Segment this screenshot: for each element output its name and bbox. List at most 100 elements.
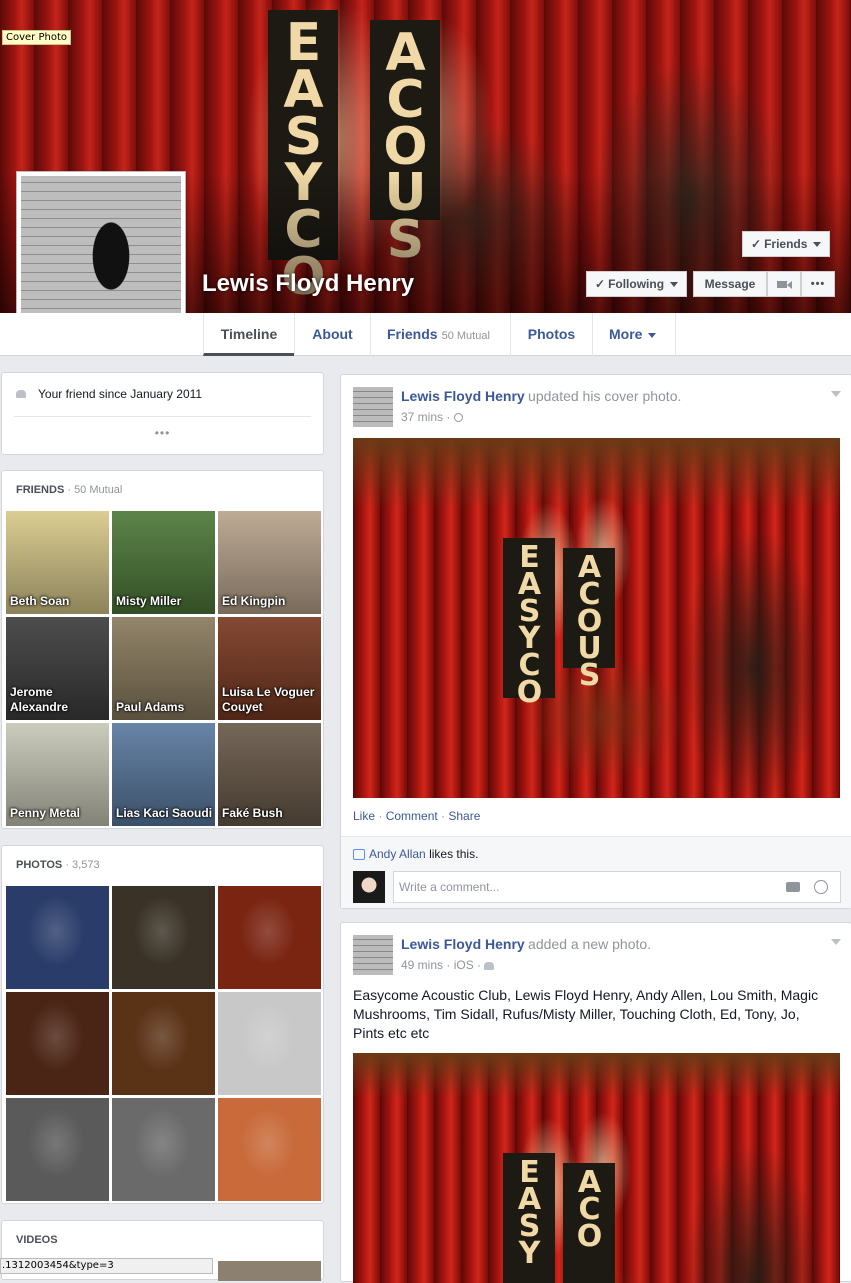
friend-tile[interactable]: Beth Soan bbox=[6, 511, 109, 614]
friends-grid: Beth Soan Misty Miller Ed Kingpin Jerome Al… bbox=[6, 511, 321, 826]
friends-icon bbox=[484, 961, 495, 970]
profile-name[interactable]: Lewis Floyd Henry bbox=[202, 270, 414, 298]
videos-card-header[interactable]: VIDEOS bbox=[16, 1234, 58, 1246]
post-feedback: Andy Allan likes this. Write a comment..… bbox=[341, 836, 851, 908]
photos-header-count: 3,573 bbox=[72, 859, 100, 871]
post-author-name[interactable]: Lewis Floyd Henry bbox=[401, 388, 525, 404]
post-timestamp[interactable]: 37 mins bbox=[401, 410, 443, 424]
friends-header-separator: · bbox=[64, 484, 75, 496]
photo-banner-right: ACO bbox=[563, 1163, 615, 1283]
friend-tile[interactable]: Misty Miller bbox=[112, 511, 215, 614]
post-actions-bar: Like · Comment · Share bbox=[353, 809, 480, 823]
message-button[interactable]: Message bbox=[693, 271, 767, 297]
photo-tile[interactable] bbox=[6, 992, 109, 1095]
more-options-button[interactable]: ••• bbox=[801, 271, 835, 297]
post-timestamp[interactable]: 49 mins bbox=[401, 958, 443, 972]
post-action-text: added a new photo. bbox=[528, 936, 652, 952]
tab-friends-label: Friends bbox=[387, 326, 438, 342]
post-meta: 49 mins · iOS · bbox=[401, 958, 495, 972]
intro-friend-since: Your friend since January 2011 bbox=[38, 387, 203, 401]
friend-name: Luisa Le Voguer Couyet bbox=[222, 685, 315, 714]
tab-more[interactable]: More bbox=[592, 313, 676, 356]
comment-input[interactable]: Write a comment... bbox=[399, 880, 499, 894]
photo-tile[interactable] bbox=[112, 1098, 215, 1201]
tab-timeline[interactable]: Timeline bbox=[203, 313, 294, 356]
tab-photos-label: Photos bbox=[527, 326, 576, 342]
intro-more-button[interactable]: ••• bbox=[2, 426, 323, 440]
likes-summary: Andy Allan likes this. bbox=[353, 847, 478, 861]
friends-button-label: Friends bbox=[764, 237, 808, 251]
friend-tile[interactable]: Paul Adams bbox=[112, 617, 215, 720]
friends-icon bbox=[16, 390, 26, 398]
post-photo[interactable]: EASY ACO bbox=[353, 1053, 840, 1283]
photos-header-label: PHOTOS bbox=[16, 859, 63, 871]
photo-tile[interactable] bbox=[6, 886, 109, 989]
video-thumbnail[interactable] bbox=[218, 1261, 321, 1281]
friend-tile[interactable]: Penny Metal bbox=[6, 723, 109, 826]
friend-tile[interactable]: Lias Kaci Saoudi bbox=[112, 723, 215, 826]
post-cover-update: Lewis Floyd Henry updated his cover phot… bbox=[340, 374, 851, 909]
friend-tile[interactable]: Faké Bush bbox=[218, 723, 321, 826]
friend-tile[interactable]: Ed Kingpin bbox=[218, 511, 321, 614]
photo-tile[interactable] bbox=[218, 992, 321, 1095]
commenter-avatar bbox=[353, 871, 385, 903]
friends-button[interactable]: ✓ Friends bbox=[742, 231, 831, 257]
post-options-chevron-icon[interactable] bbox=[831, 391, 841, 397]
friend-name: Ed Kingpin bbox=[222, 594, 286, 608]
tab-photos[interactable]: Photos bbox=[510, 313, 592, 356]
post-photo[interactable]: EASYCO ACOUS bbox=[353, 438, 840, 798]
post-author-avatar[interactable] bbox=[353, 387, 393, 427]
post-action-text: updated his cover photo. bbox=[528, 388, 682, 404]
photo-tile[interactable] bbox=[6, 1098, 109, 1201]
photo-tile[interactable] bbox=[112, 886, 215, 989]
friends-header-count: 50 Mutual bbox=[74, 484, 123, 496]
chevron-down-icon bbox=[670, 282, 679, 288]
comment-link[interactable]: Comment bbox=[386, 809, 438, 823]
tab-timeline-label: Timeline bbox=[220, 326, 278, 342]
like-link[interactable]: Like bbox=[353, 809, 375, 823]
post-author-name[interactable]: Lewis Floyd Henry bbox=[401, 936, 525, 952]
friends-header-label: FRIENDS bbox=[16, 484, 65, 496]
tab-more-label: More bbox=[609, 326, 643, 342]
chevron-down-icon bbox=[648, 332, 657, 338]
photo-tile[interactable] bbox=[218, 886, 321, 989]
emoji-icon[interactable] bbox=[814, 880, 828, 894]
post-via: iOS bbox=[453, 958, 474, 972]
photo-tile[interactable] bbox=[112, 992, 215, 1095]
video-call-button[interactable] bbox=[767, 271, 801, 297]
video-camera-icon bbox=[776, 281, 787, 289]
friend-name: Beth Soan bbox=[10, 594, 70, 608]
intro-divider bbox=[14, 416, 311, 417]
tab-about[interactable]: About bbox=[294, 313, 370, 356]
photos-grid bbox=[6, 886, 321, 1201]
post-new-photo: Lewis Floyd Henry added a new photo. 49 … bbox=[340, 922, 851, 1283]
video-camera-lens-icon bbox=[786, 280, 792, 289]
likes-text: likes this. bbox=[429, 847, 479, 861]
profile-nav: Timeline About Friends 50 Mutual Photos M… bbox=[0, 313, 851, 356]
post-header: Lewis Floyd Henry updated his cover phot… bbox=[401, 388, 821, 404]
liker-name[interactable]: Andy Allan bbox=[369, 847, 426, 861]
friend-name: Faké Bush bbox=[222, 806, 283, 820]
friend-tile[interactable]: Jerome Alexandre bbox=[6, 617, 109, 720]
photos-card: PHOTOS · 3,573 bbox=[1, 845, 324, 1204]
photo-tile[interactable] bbox=[218, 1098, 321, 1201]
following-button-label: Following bbox=[608, 277, 665, 291]
share-link[interactable]: Share bbox=[448, 809, 480, 823]
tab-friends[interactable]: Friends 50 Mutual bbox=[370, 313, 510, 356]
photo-banner-left: EASYCO bbox=[503, 538, 555, 708]
photo-banner-left: EASY bbox=[503, 1153, 555, 1283]
friend-name: Paul Adams bbox=[116, 700, 185, 714]
post-text: Easycome Acoustic Club, Lewis Floyd Henr… bbox=[353, 987, 819, 1041]
check-icon: ✓ bbox=[595, 277, 606, 291]
friends-card-header[interactable]: FRIENDS · 50 Mutual bbox=[16, 484, 122, 496]
post-options-chevron-icon[interactable] bbox=[831, 939, 841, 945]
globe-icon bbox=[453, 413, 463, 423]
status-bar-url: .1312003454&type=3 bbox=[0, 1258, 213, 1274]
following-button[interactable]: ✓ Following bbox=[586, 271, 688, 297]
post-author-avatar[interactable] bbox=[353, 935, 393, 975]
camera-icon[interactable] bbox=[786, 882, 800, 892]
comment-box[interactable]: Write a comment... bbox=[393, 871, 841, 903]
action-separator: · bbox=[375, 809, 386, 823]
friend-tile[interactable]: Luisa Le Voguer Couyet bbox=[218, 617, 321, 720]
photos-card-header[interactable]: PHOTOS · 3,573 bbox=[16, 859, 100, 871]
